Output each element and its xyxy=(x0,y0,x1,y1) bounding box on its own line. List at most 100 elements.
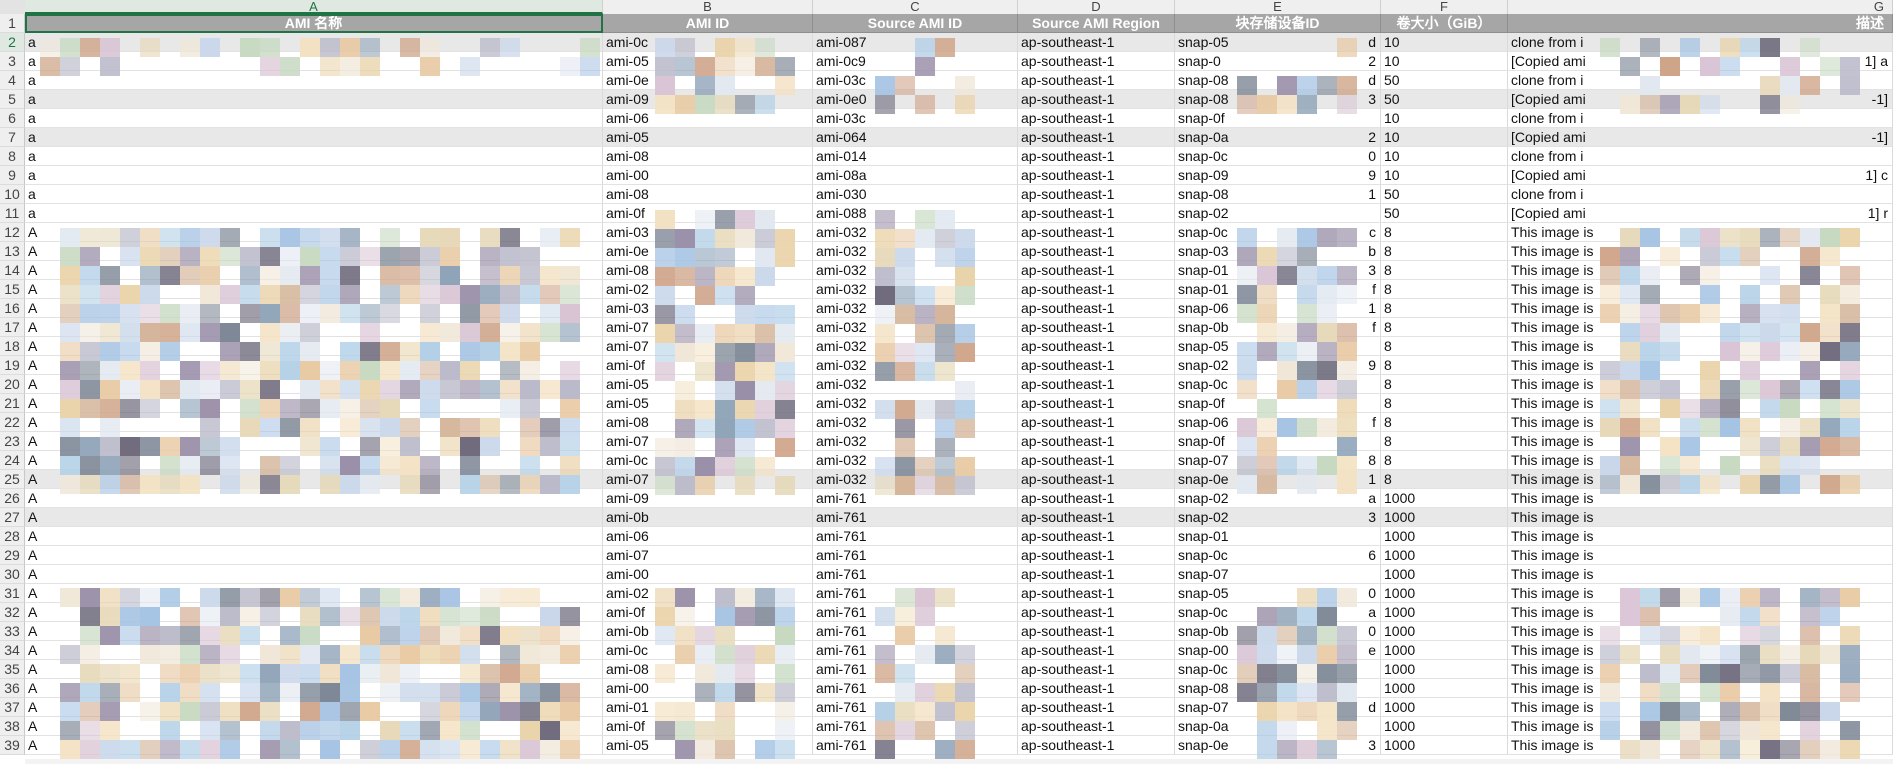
cell-ami-name[interactable]: A xyxy=(25,527,603,546)
cell-ami-id[interactable]: ami-0b xyxy=(603,622,813,641)
row-number[interactable]: 20 xyxy=(0,375,25,394)
header-description[interactable]: 描述 xyxy=(1508,14,1893,33)
cell-ami-name[interactable]: A xyxy=(25,299,603,318)
cell-source-ami-region[interactable]: ap-southeast-1 xyxy=(1018,204,1175,223)
cell-block-device-id[interactable]: snap-0c c xyxy=(1175,223,1381,242)
cell-volume-size[interactable]: 1000 xyxy=(1381,603,1508,622)
cell-source-ami-id[interactable]: ami-032 xyxy=(813,280,1018,299)
cell-source-ami-region[interactable]: ap-southeast-1 xyxy=(1018,489,1175,508)
row-number[interactable]: 4 xyxy=(0,71,25,90)
cell-volume-size[interactable]: 1000 xyxy=(1381,698,1508,717)
cell-description[interactable]: This image is xyxy=(1508,584,1893,603)
row-number[interactable]: 38 xyxy=(0,717,25,736)
cell-description[interactable]: This image is xyxy=(1508,242,1893,261)
cell-source-ami-id[interactable]: ami-032 xyxy=(813,451,1018,470)
row-number[interactable]: 3 xyxy=(0,52,25,71)
cell-ami-name[interactable]: a xyxy=(25,90,603,109)
cell-source-ami-region[interactable]: ap-southeast-1 xyxy=(1018,90,1175,109)
row-number[interactable]: 16 xyxy=(0,299,25,318)
cell-ami-name[interactable]: A xyxy=(25,375,603,394)
cell-ami-id[interactable]: ami-03 xyxy=(603,223,813,242)
cell-source-ami-region[interactable]: ap-southeast-1 xyxy=(1018,33,1175,52)
cell-volume-size[interactable]: 1000 xyxy=(1381,679,1508,698)
cell-ami-name[interactable]: A xyxy=(25,451,603,470)
cell-source-ami-id[interactable]: ami-032 xyxy=(813,337,1018,356)
cell-source-ami-region[interactable]: ap-southeast-1 xyxy=(1018,698,1175,717)
cell-description[interactable]: This image is xyxy=(1508,489,1893,508)
cell-description[interactable]: This image is xyxy=(1508,527,1893,546)
row-number[interactable]: 23 xyxy=(0,432,25,451)
row-number[interactable]: 32 xyxy=(0,603,25,622)
cell-ami-name[interactable]: a xyxy=(25,204,603,223)
cell-source-ami-region[interactable]: ap-southeast-1 xyxy=(1018,185,1175,204)
cell-description[interactable]: This image is xyxy=(1508,375,1893,394)
cell-volume-size[interactable]: 8 xyxy=(1381,261,1508,280)
cell-ami-id[interactable]: ami-05 xyxy=(603,394,813,413)
cell-source-ami-id[interactable]: ami-761 xyxy=(813,603,1018,622)
row-number[interactable]: 10 xyxy=(0,185,25,204)
cell-ami-id[interactable]: ami-05 xyxy=(603,736,813,755)
cell-ami-id[interactable]: ami-0c xyxy=(603,641,813,660)
cell-volume-size[interactable]: 1000 xyxy=(1381,584,1508,603)
cell-block-device-id[interactable]: snap-01 f xyxy=(1175,280,1381,299)
cell-source-ami-region[interactable]: ap-southeast-1 xyxy=(1018,603,1175,622)
cell-source-ami-id[interactable]: ami-761 xyxy=(813,565,1018,584)
row-number[interactable]: 2 xyxy=(0,33,25,52)
cell-source-ami-region[interactable]: ap-southeast-1 xyxy=(1018,147,1175,166)
row-number[interactable]: 1 xyxy=(0,14,25,33)
cell-ami-name[interactable]: A xyxy=(25,508,603,527)
cell-ami-name[interactable]: A xyxy=(25,261,603,280)
row-number[interactable]: 27 xyxy=(0,508,25,527)
row-number[interactable]: 7 xyxy=(0,128,25,147)
cell-ami-name[interactable]: A xyxy=(25,717,603,736)
cell-ami-id[interactable]: ami-02 xyxy=(603,584,813,603)
cell-source-ami-id[interactable]: ami-032 xyxy=(813,261,1018,280)
cell-ami-name[interactable]: a xyxy=(25,109,603,128)
cell-description[interactable]: This image is xyxy=(1508,280,1893,299)
cell-ami-name[interactable]: A xyxy=(25,470,603,489)
cell-source-ami-region[interactable]: ap-southeast-1 xyxy=(1018,242,1175,261)
cell-ami-name[interactable]: a xyxy=(25,33,603,52)
cell-block-device-id[interactable]: snap-0c xyxy=(1175,375,1381,394)
row-number[interactable]: 28 xyxy=(0,527,25,546)
row-number[interactable]: 39 xyxy=(0,736,25,755)
cell-source-ami-id[interactable]: ami-761 xyxy=(813,698,1018,717)
cell-ami-name[interactable]: A xyxy=(25,223,603,242)
cell-ami-id[interactable]: ami-0b xyxy=(603,508,813,527)
cell-source-ami-id[interactable]: ami-761 xyxy=(813,546,1018,565)
cell-ami-id[interactable]: ami-0e xyxy=(603,242,813,261)
cell-block-device-id[interactable]: snap-0f xyxy=(1175,394,1381,413)
cell-source-ami-region[interactable]: ap-southeast-1 xyxy=(1018,508,1175,527)
cell-ami-name[interactable]: A xyxy=(25,546,603,565)
cell-ami-name[interactable]: A xyxy=(25,584,603,603)
cell-source-ami-id[interactable]: ami-032 xyxy=(813,299,1018,318)
cell-block-device-id[interactable]: snap-08 d xyxy=(1175,71,1381,90)
cell-block-device-id[interactable]: snap-0c 6 xyxy=(1175,546,1381,565)
row-number[interactable]: 26 xyxy=(0,489,25,508)
cell-ami-name[interactable]: A xyxy=(25,318,603,337)
cell-ami-name[interactable]: A xyxy=(25,565,603,584)
cell-block-device-id[interactable]: snap-05 0 xyxy=(1175,584,1381,603)
cell-volume-size[interactable]: 10 xyxy=(1381,147,1508,166)
cell-ami-name[interactable]: A xyxy=(25,356,603,375)
cell-ami-name[interactable]: a xyxy=(25,185,603,204)
cell-block-device-id[interactable]: snap-08 3 xyxy=(1175,90,1381,109)
cell-block-device-id[interactable]: snap-0b f xyxy=(1175,318,1381,337)
cell-source-ami-region[interactable]: ap-southeast-1 xyxy=(1018,280,1175,299)
cell-volume-size[interactable]: 50 xyxy=(1381,71,1508,90)
cell-ami-id[interactable]: ami-00 xyxy=(603,679,813,698)
cell-source-ami-region[interactable]: ap-southeast-1 xyxy=(1018,52,1175,71)
horizontal-scrollbar[interactable] xyxy=(25,759,1893,764)
cell-ami-id[interactable]: ami-09 xyxy=(603,489,813,508)
cell-block-device-id[interactable]: snap-0f xyxy=(1175,432,1381,451)
cell-source-ami-id[interactable]: ami-032 xyxy=(813,413,1018,432)
cell-source-ami-id[interactable]: ami-761 xyxy=(813,717,1018,736)
cell-ami-id[interactable]: ami-06 xyxy=(603,109,813,128)
row-number[interactable]: 5 xyxy=(0,90,25,109)
cell-ami-name[interactable]: a xyxy=(25,128,603,147)
cell-block-device-id[interactable]: snap-0c xyxy=(1175,660,1381,679)
cell-description[interactable]: clone from i xyxy=(1508,71,1893,90)
cell-source-ami-id[interactable]: ami-030 xyxy=(813,185,1018,204)
row-number[interactable]: 18 xyxy=(0,337,25,356)
row-number[interactable]: 21 xyxy=(0,394,25,413)
